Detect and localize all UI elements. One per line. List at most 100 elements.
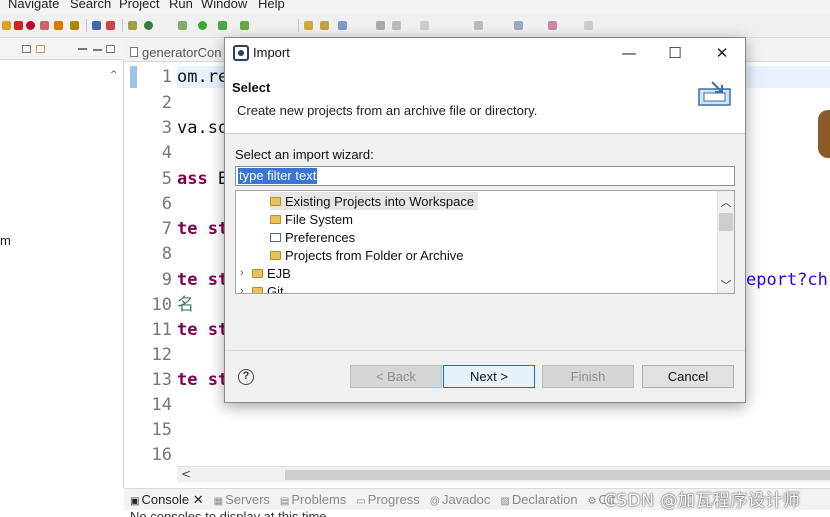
code-line-13[interactable]: te st	[177, 370, 228, 390]
tab-javadoc[interactable]: @ Javadoc	[430, 492, 491, 507]
code-line-3[interactable]: va.sq	[177, 118, 228, 138]
dialog-body: Select an import wizard: type filter tex…	[225, 135, 745, 350]
menu-run[interactable]: Run	[169, 0, 193, 11]
maximize-button[interactable]: ☐	[652, 38, 698, 68]
wizard-label: Select an import wizard:	[235, 147, 374, 162]
tree-item-projects-from-folder[interactable]: Projects from Folder or Archive	[270, 246, 463, 264]
annotation-icon[interactable]	[376, 21, 385, 30]
dialog-title-bar[interactable]: Import — ☐ ✕	[225, 38, 745, 68]
link-editor-icon[interactable]	[36, 45, 45, 53]
back-button[interactable]: < Back	[350, 365, 442, 388]
main-toolbar	[0, 14, 830, 38]
view-menu-icon[interactable]	[78, 48, 87, 50]
code-line-10[interactable]: 名	[177, 295, 194, 315]
tree-item-ejb[interactable]: › EJB	[240, 264, 291, 282]
chevron-down-icon[interactable]: ﹀	[718, 277, 734, 293]
tab-servers[interactable]: ▦ Servers	[214, 492, 270, 507]
menu-help[interactable]: Help	[258, 0, 285, 11]
code-line-7[interactable]: te st	[177, 219, 228, 239]
help-icon[interactable]: ?	[238, 369, 254, 385]
menu-project[interactable]: Project	[119, 0, 159, 11]
filter-input[interactable]: type filter text	[235, 166, 735, 186]
forward-icon[interactable]	[548, 21, 557, 30]
code-line-9[interactable]: te st	[177, 270, 228, 290]
code-line-1[interactable]: om.re	[177, 67, 228, 87]
finish-button[interactable]: Finish	[542, 365, 634, 388]
coverage-icon[interactable]	[218, 21, 227, 30]
wizard-tree[interactable]: Existing Projects into Workspace File Sy…	[235, 190, 735, 294]
code-line-5[interactable]: ass B	[177, 169, 228, 189]
external-tools-icon[interactable]	[240, 21, 249, 30]
build-icon[interactable]	[128, 21, 137, 30]
stop-icon[interactable]	[14, 21, 23, 30]
next-edit-icon[interactable]	[584, 21, 593, 30]
folder-icon	[270, 214, 281, 224]
scroll-thumb[interactable]	[719, 213, 733, 231]
editor-tab[interactable]: generatorCon	[130, 42, 222, 62]
tab-problems[interactable]: ▤ Problems	[280, 492, 346, 507]
left-panel-fragment: m	[0, 233, 11, 248]
toggle-icon[interactable]	[392, 21, 401, 30]
menu-window[interactable]: Window	[201, 0, 247, 11]
maximize-icon[interactable]	[106, 45, 115, 53]
settings-icon[interactable]	[144, 21, 153, 30]
perspective-icon[interactable]	[106, 21, 115, 30]
block-selection-icon[interactable]	[420, 21, 429, 30]
tree-item-git[interactable]: › Git	[240, 282, 284, 293]
editor-horizontal-scrollbar[interactable]: <	[177, 466, 830, 482]
close-button[interactable]: ✕	[699, 38, 745, 68]
dialog-title: Import	[253, 45, 290, 60]
editor-tab-label: generatorCon	[142, 44, 222, 60]
chevron-right-icon[interactable]: ›	[240, 285, 252, 293]
project-icon	[270, 196, 281, 206]
tab-declaration[interactable]: ▧ Declaration	[500, 492, 577, 507]
save-icon[interactable]	[2, 21, 11, 30]
chevron-right-icon[interactable]: ›	[240, 267, 252, 279]
chevron-up-icon[interactable]: ︿	[718, 194, 734, 210]
tab-progress[interactable]: ▭ Progress	[356, 492, 419, 507]
minimize-icon[interactable]	[93, 49, 102, 51]
problems-icon: ▤	[279, 496, 290, 507]
menu-search[interactable]: Search	[70, 0, 111, 11]
run-icon[interactable]	[198, 21, 207, 30]
package-explorer-header	[0, 38, 124, 60]
tree-item-label: Existing Projects into Workspace	[285, 193, 475, 209]
tree-item-preferences[interactable]: Preferences	[270, 228, 355, 246]
tree-item-file-system[interactable]: File System	[270, 210, 353, 228]
tab-console[interactable]: ▣ Console ✕	[130, 492, 204, 508]
line-number: 3	[161, 118, 172, 138]
menu-navigate[interactable]: Navigate	[8, 0, 59, 11]
tree-item-existing-projects[interactable]: Existing Projects into Workspace	[270, 192, 479, 210]
fold-up-icon[interactable]: ^	[110, 70, 118, 80]
progress-icon: ▭	[356, 496, 366, 507]
cancel-button[interactable]: Cancel	[642, 365, 734, 388]
scroll-left-icon[interactable]: <	[181, 467, 191, 481]
collapse-all-icon[interactable]	[22, 45, 31, 53]
search-icon[interactable]	[338, 21, 347, 30]
folder-icon	[252, 286, 263, 293]
line-number: 14	[151, 395, 172, 415]
debug-run-icon[interactable]	[178, 21, 187, 30]
scroll-thumb[interactable]	[285, 470, 830, 480]
declaration-icon: ▧	[500, 496, 510, 507]
nav-history-icon[interactable]	[474, 21, 483, 30]
code-string-fragment[interactable]: eport?ch	[746, 270, 828, 290]
server-icon[interactable]	[92, 21, 101, 30]
skip-icon[interactable]	[40, 21, 49, 30]
tree-item-label: Preferences	[285, 229, 356, 245]
line-number: 12	[151, 345, 172, 365]
debug-icon[interactable]	[26, 21, 35, 30]
line-number: 2	[161, 93, 172, 113]
back-icon[interactable]	[514, 21, 523, 30]
open-type-icon[interactable]	[320, 21, 329, 30]
step-return-icon[interactable]	[70, 21, 79, 30]
package-explorer-panel: m	[0, 38, 124, 488]
code-line-11[interactable]: te st	[177, 320, 228, 340]
new-package-icon[interactable]	[304, 21, 313, 30]
file-icon	[130, 47, 138, 57]
next-button[interactable]: Next >	[443, 365, 535, 388]
minimize-button[interactable]: —	[606, 38, 652, 68]
tree-scrollbar[interactable]: ︿ ﹀	[717, 191, 734, 293]
step-icon[interactable]	[54, 21, 63, 30]
javadoc-icon: @	[429, 496, 440, 507]
